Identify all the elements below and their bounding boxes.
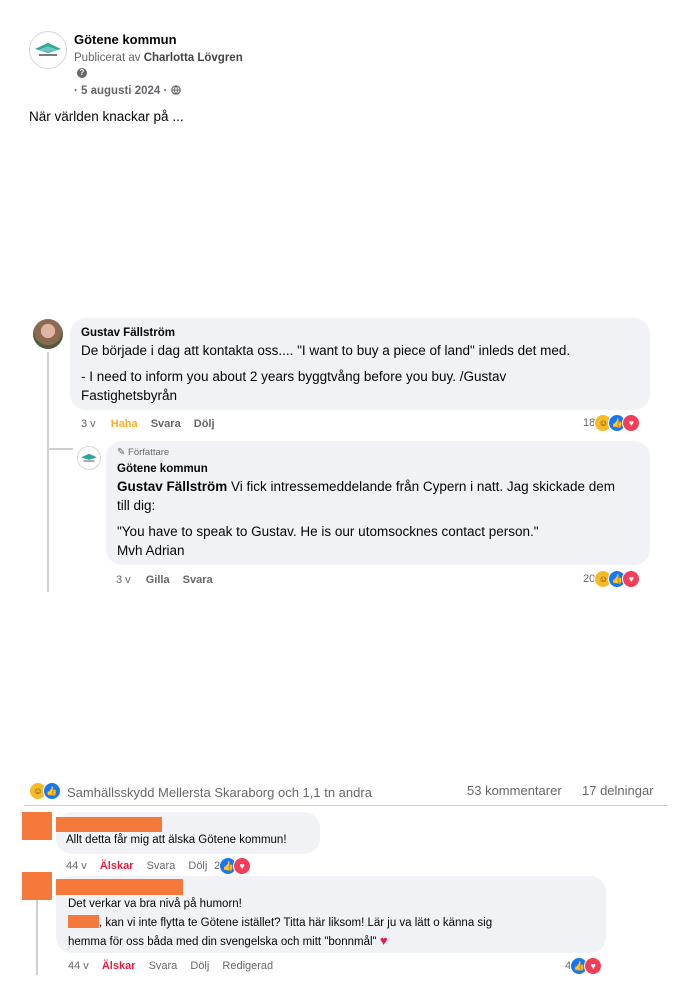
love-button[interactable]: Älskar — [100, 860, 134, 872]
comments-count[interactable]: 53 kommentarer — [467, 783, 562, 798]
edited-label: Redigerad — [222, 960, 274, 972]
comment-time[interactable]: 44 v — [66, 860, 87, 872]
reaction-summary[interactable]: 18 ☺ 👍 ♥ — [583, 414, 641, 432]
love-button[interactable]: Älskar — [102, 960, 136, 972]
reactors-text[interactable]: Samhällsskydd Mellersta Skaraborg och 1,… — [67, 785, 372, 800]
like-button[interactable]: Gilla — [146, 574, 170, 586]
like-icon: 👍 — [43, 782, 61, 800]
pencil-icon: ✎ — [117, 447, 126, 458]
love-icon: ♥ — [233, 857, 252, 875]
author-badge-label: Författare — [128, 447, 170, 458]
divider — [24, 805, 668, 806]
reply-author[interactable]: Götene kommun — [117, 463, 208, 475]
comment-text-line: De började i dag att kontakta oss.... "I… — [81, 343, 571, 358]
comment-bubble: Det verkar va bra nivå på humorn! , kan … — [56, 876, 606, 953]
author-badge: ✎ Författare — [117, 447, 169, 458]
comment-text-line: hemma för oss båda med din svengelska oc… — [68, 933, 388, 948]
comment-actions: 3 v Haha Svara Dölj — [81, 418, 225, 430]
redacted-avatar — [22, 812, 52, 840]
post-text: När världen knackar på ... — [29, 109, 184, 124]
comment-bubble: Gustav Fällström De började i dag att ko… — [70, 318, 650, 410]
love-icon: ♥ — [622, 414, 641, 432]
page-logo[interactable] — [29, 31, 67, 69]
reply-button[interactable]: Svara — [183, 574, 213, 586]
reply-text-line: till dig: — [117, 498, 156, 513]
logo-icon — [81, 453, 97, 462]
redacted-mention — [68, 915, 99, 928]
mention-link[interactable]: Gustav Fällström — [117, 479, 227, 494]
globe-icon — [170, 85, 181, 95]
comment-text-line: - I need to inform you about 2 years byg… — [81, 369, 507, 384]
post-date-row: · 5 augusti 2024 · — [74, 85, 181, 97]
comment-bubble: Allt detta får mig att älska Götene komm… — [56, 812, 320, 854]
comment-text: hemma för oss båda med din svengelska oc… — [68, 936, 377, 948]
reply-bubble: ✎ Författare Götene kommun Gustav Fällst… — [106, 441, 650, 565]
reply-text-line: Mvh Adrian — [117, 543, 185, 558]
comment-text: , kan vi inte flytta te Götene istället?… — [99, 917, 493, 929]
logo-icon — [35, 43, 61, 56]
hide-button[interactable]: Dölj — [188, 860, 207, 872]
comment-time[interactable]: 3 v — [81, 418, 96, 430]
comment-author[interactable]: Gustav Fällström — [81, 327, 175, 339]
thread-branch — [47, 448, 73, 450]
hide-button[interactable]: Dölj — [190, 960, 209, 972]
comment-text-line: , kan vi inte flytta te Götene istället?… — [68, 915, 492, 929]
comment-text-line: Fastighetsbyrån — [81, 388, 178, 403]
reaction-summary[interactable]: 2 👍 ♥ — [214, 857, 252, 875]
comment-text-line: Det verkar va bra nivå på humorn! — [68, 898, 242, 910]
reply-button[interactable]: Svara — [147, 860, 176, 872]
love-icon: ♥ — [584, 957, 603, 975]
reply-avatar[interactable] — [77, 446, 101, 470]
reply-text-line: Gustav Fällström Vi fick intressemeddela… — [117, 476, 615, 497]
redacted-name — [56, 817, 162, 832]
redacted-avatar — [22, 872, 52, 900]
heart-icon: ♥ — [379, 933, 388, 948]
post-date[interactable]: · 5 augusti 2024 · — [74, 85, 167, 97]
comment-text: Allt detta får mig att älska Götene komm… — [66, 834, 287, 846]
page-name[interactable]: Götene kommun — [74, 32, 177, 47]
question-icon[interactable]: ? — [77, 68, 87, 78]
redacted-name — [56, 879, 183, 895]
love-icon: ♥ — [622, 570, 641, 588]
reply-text-line: "You have to speak to Gustav. He is our … — [117, 524, 539, 539]
haha-button[interactable]: Haha — [111, 418, 138, 430]
thread-line — [47, 352, 49, 592]
comment-actions: 44 v Älskar Svara Dölj Redigerad — [68, 960, 273, 972]
reaction-summary[interactable]: 20 ☺ 👍 ♥ — [583, 570, 641, 588]
reply-time[interactable]: 3 v — [116, 574, 131, 586]
published-by: Publicerat av Charlotta Lövgren — [74, 52, 243, 64]
reply-button[interactable]: Svara — [151, 418, 181, 430]
post-reactions-icons[interactable]: ☺ 👍 — [29, 782, 61, 800]
publisher-name[interactable]: Charlotta Lövgren — [144, 52, 243, 64]
published-by-prefix: Publicerat av — [74, 52, 141, 64]
reply-actions: 3 v Gilla Svara — [116, 574, 223, 586]
shares-count[interactable]: 17 delningar — [582, 783, 654, 798]
comment-time[interactable]: 44 v — [68, 960, 89, 972]
reaction-summary[interactable]: 4 👍 ♥ — [565, 957, 603, 975]
comment-actions: 44 v Älskar Svara Dölj — [66, 860, 217, 872]
reply-button[interactable]: Svara — [149, 960, 178, 972]
thread-line — [36, 900, 38, 975]
avatar[interactable] — [33, 319, 63, 349]
reply-text: Vi fick intressemeddelande från Cypern i… — [227, 479, 615, 494]
hide-button[interactable]: Dölj — [194, 418, 215, 430]
